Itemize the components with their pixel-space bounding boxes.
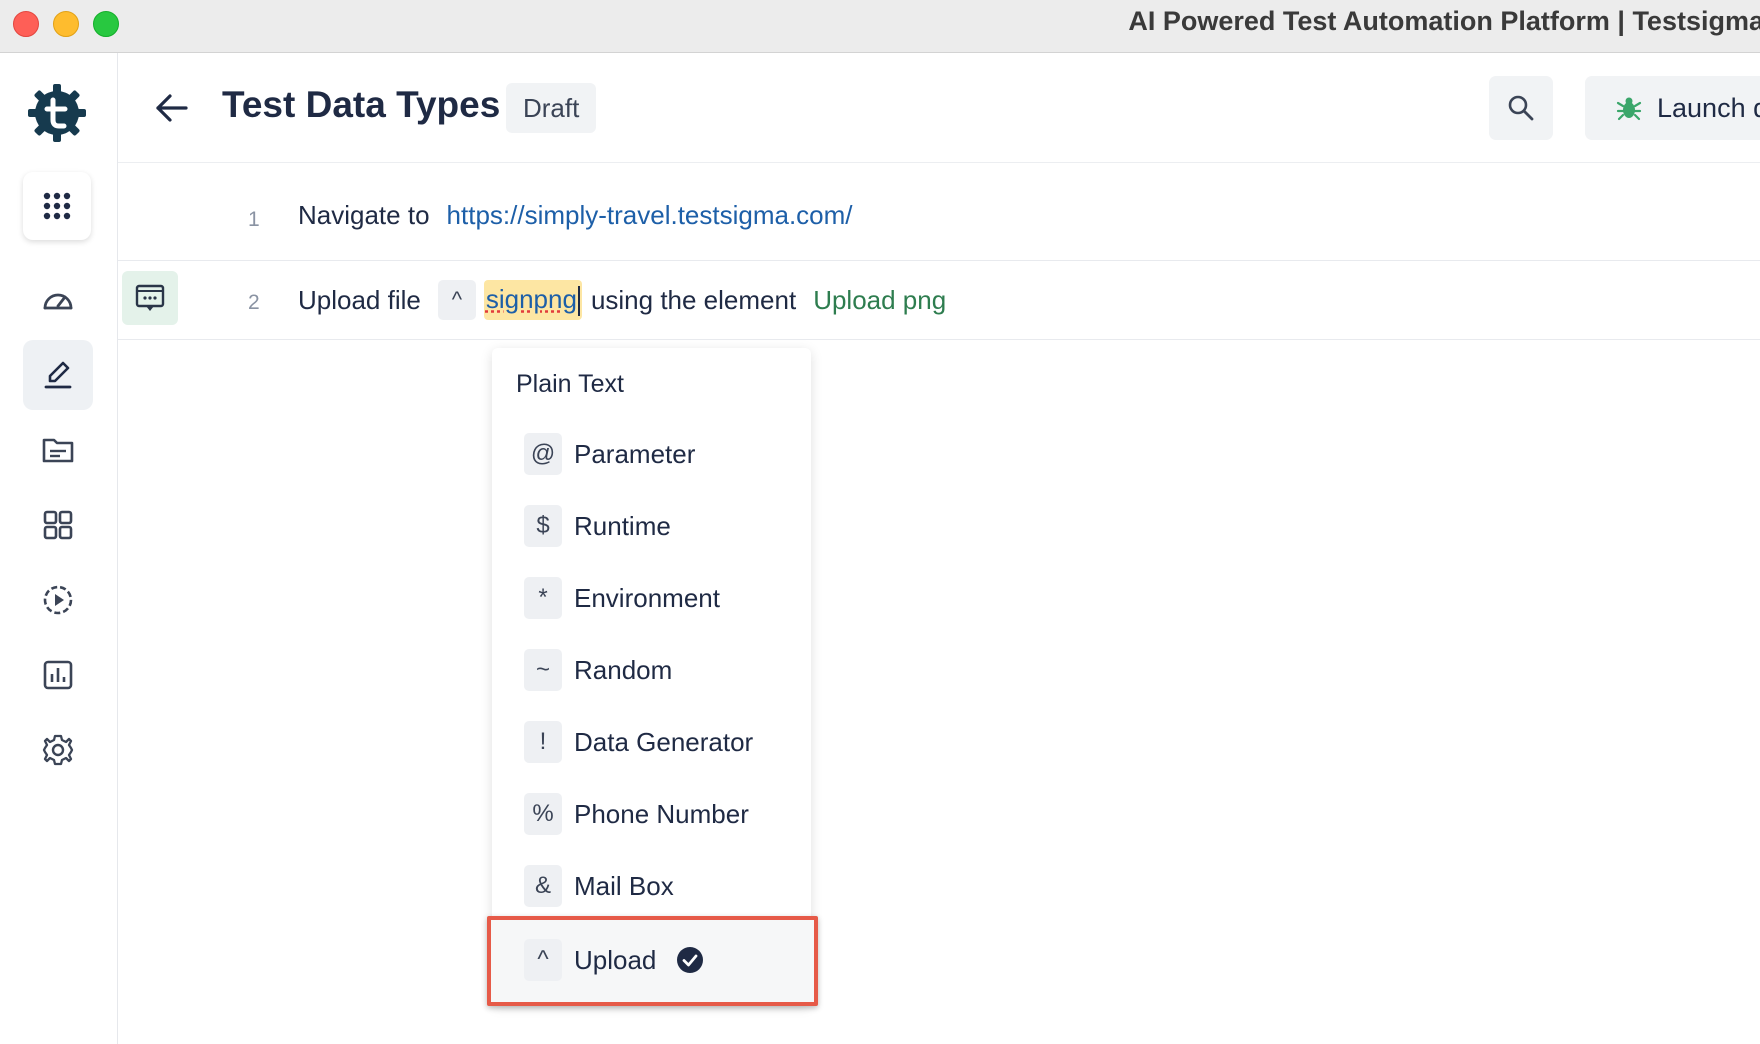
sidebar <box>0 53 118 1044</box>
dropdown-item-label: Runtime <box>574 510 671 541</box>
dropdown-item-phone-number[interactable]: % Phone Number <box>524 792 749 836</box>
gear-icon <box>42 734 74 766</box>
apps-grid-icon <box>43 192 71 220</box>
nav-reports[interactable] <box>23 640 93 710</box>
step-number: 1 <box>248 208 260 231</box>
dropdown-item-mail-box[interactable]: & Mail Box <box>524 864 674 908</box>
dropdown-item-environment[interactable]: * Environment <box>524 576 720 620</box>
dropdown-item-label: Phone Number <box>574 798 749 829</box>
step-text: Upload file ^ signpng using the element … <box>298 280 946 321</box>
dropdown-plain-text-option[interactable]: Plain Text <box>516 370 624 399</box>
dropdown-item-runtime[interactable]: $ Runtime <box>524 504 671 548</box>
grid-tiles-icon <box>43 510 73 540</box>
page-title: Test Data Types <box>222 84 501 125</box>
step-url-link[interactable]: https://simply-travel.testsigma.com/ <box>447 200 853 231</box>
test-data-value-input[interactable]: signpng <box>483 280 582 321</box>
nav-elements[interactable] <box>23 490 93 560</box>
dropdown-item-data-generator[interactable]: ! Data Generator <box>524 720 753 764</box>
step-text: Navigate to https://simply-travel.testsi… <box>298 200 853 231</box>
testsigma-logo-icon[interactable] <box>26 82 88 144</box>
bar-chart-icon <box>43 660 73 690</box>
dropdown-item-symbol: @ <box>524 433 562 475</box>
status-badge: Draft <box>506 83 597 133</box>
dropdown-item-random[interactable]: ~ Random <box>524 648 672 692</box>
search-button[interactable] <box>1489 76 1553 140</box>
check-circle-icon <box>677 947 704 973</box>
folder-icon <box>42 438 74 463</box>
dropdown-item-label: Mail Box <box>574 870 674 901</box>
test-data-value: signpng <box>485 284 577 314</box>
dashboard-icon <box>43 293 73 310</box>
window-titlebar: AI Powered Test Automation Platform | Te… <box>0 0 1760 53</box>
text-caret <box>577 286 580 317</box>
window-title: AI Powered Test Automation Platform | Te… <box>1128 6 1760 36</box>
nav-test-data[interactable] <box>23 415 93 485</box>
step-element-link[interactable]: Upload png <box>813 285 946 316</box>
dropdown-item-symbol: * <box>524 577 562 619</box>
dropdown-item-symbol: ~ <box>524 649 562 691</box>
dropdown-item-label: Random <box>574 654 673 685</box>
apps-grid-button[interactable] <box>23 172 91 240</box>
dropdown-item-label: Data Generator <box>574 726 754 757</box>
dropdown-item-symbol: $ <box>524 505 562 547</box>
data-type-dropdown: Plain Text @ Parameter $ Runtime * Envir… <box>492 348 811 1004</box>
nav-runs[interactable] <box>23 565 93 635</box>
play-circle-icon <box>43 585 73 615</box>
dropdown-item-symbol: ! <box>524 721 562 763</box>
step-connector-text: using the element <box>590 284 797 315</box>
dropdown-item-symbol: ^ <box>524 939 562 981</box>
test-step-row[interactable]: 1 Navigate to https://simply-travel.test… <box>118 182 1760 260</box>
nav-settings[interactable] <box>23 715 93 785</box>
dropdown-item-parameter[interactable]: @ Parameter <box>524 432 695 476</box>
maximize-window-button[interactable] <box>93 11 119 37</box>
search-icon <box>1508 95 1534 121</box>
launch-button-label: Launch d <box>1657 92 1760 123</box>
header-divider <box>118 162 1760 163</box>
back-arrow-icon[interactable] <box>152 88 192 128</box>
close-window-button[interactable] <box>13 11 39 37</box>
pencil-edit-icon <box>44 361 72 389</box>
dropdown-item-symbol: & <box>524 865 562 907</box>
dropdown-item-label: Parameter <box>574 438 696 469</box>
test-step-row-active[interactable]: 2 Upload file ^ signpng using the elemen… <box>118 260 1760 340</box>
nav-test-cases[interactable] <box>23 340 93 410</box>
dropdown-item-upload[interactable]: ^ Upload <box>524 938 704 982</box>
dropdown-item-symbol: % <box>524 793 562 835</box>
step-number: 2 <box>248 291 260 314</box>
dropdown-item-label: Environment <box>574 582 720 613</box>
nav-dashboard[interactable] <box>23 265 93 335</box>
dropdown-item-label: Upload <box>574 944 657 975</box>
step-action: Navigate to <box>298 200 430 230</box>
bug-icon <box>1616 97 1642 121</box>
chat-bubble-icon <box>135 284 165 311</box>
data-type-selector[interactable]: ^ <box>437 280 476 321</box>
launch-debugger-button[interactable]: Launch d <box>1585 76 1760 140</box>
minimize-window-button[interactable] <box>53 11 79 37</box>
step-options-button[interactable] <box>122 271 178 325</box>
step-action: Upload file <box>298 284 421 315</box>
